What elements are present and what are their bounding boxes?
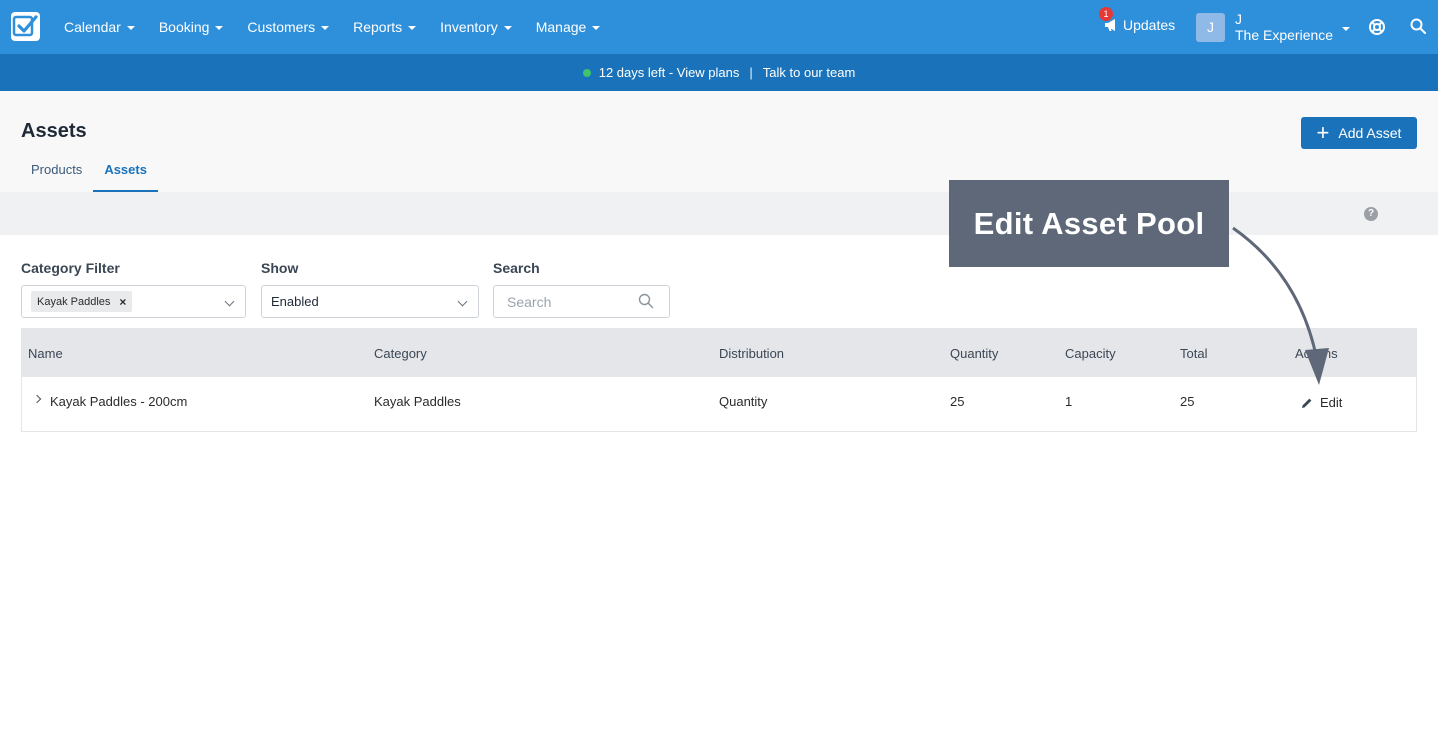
caret-down-icon bbox=[503, 26, 512, 30]
caret-down-icon bbox=[126, 26, 135, 30]
edit-button[interactable]: Edit bbox=[1301, 395, 1342, 410]
user-menu-caret-icon[interactable] bbox=[1342, 27, 1350, 31]
category-filter-label: Category Filter bbox=[21, 260, 120, 276]
col-total[interactable]: Total bbox=[1180, 346, 1207, 361]
avatar[interactable]: J bbox=[1196, 13, 1225, 42]
updates-button[interactable]: 1 Updates bbox=[1099, 7, 1175, 33]
talk-to-team-link[interactable]: Talk to our team bbox=[763, 65, 856, 80]
nav-manage[interactable]: Manage bbox=[524, 19, 613, 35]
annotation-arrow bbox=[1232, 226, 1329, 385]
help-question-icon[interactable]: ? bbox=[1364, 207, 1378, 221]
chip-remove-icon[interactable]: × bbox=[119, 295, 126, 309]
pencil-icon bbox=[1302, 398, 1312, 408]
show-value: Enabled bbox=[271, 294, 319, 309]
banner-separator: | bbox=[749, 65, 753, 80]
caret-down-icon bbox=[215, 26, 224, 30]
trial-banner: 12 days left - View plans | Talk to our … bbox=[0, 54, 1438, 91]
cell-distribution: Quantity bbox=[719, 394, 768, 409]
col-distribution[interactable]: Distribution bbox=[719, 346, 784, 361]
user-company: The Experience bbox=[1235, 27, 1334, 43]
cell-name: Kayak Paddles - 200cm bbox=[50, 394, 188, 409]
table-header: Name Category Distribution Quantity Capa… bbox=[22, 329, 1416, 377]
annotation-callout: Edit Asset Pool bbox=[949, 180, 1229, 267]
nav-booking[interactable]: Booking bbox=[147, 19, 236, 35]
search-icon[interactable] bbox=[1410, 18, 1426, 34]
search-label: Search bbox=[493, 260, 540, 276]
nav-reports[interactable]: Reports bbox=[341, 19, 428, 35]
nav-customers[interactable]: Customers bbox=[235, 19, 341, 35]
chevron-down-icon bbox=[457, 296, 468, 307]
view-plans-link[interactable]: 12 days left - View plans bbox=[599, 65, 740, 80]
show-label: Show bbox=[261, 260, 299, 276]
assets-table: Name Category Distribution Quantity Capa… bbox=[21, 328, 1417, 432]
page-title: Assets bbox=[21, 120, 87, 142]
status-dot-icon bbox=[582, 68, 591, 77]
col-quantity[interactable]: Quantity bbox=[950, 346, 998, 361]
category-filter-select[interactable]: Kayak Paddles × bbox=[21, 285, 246, 318]
cell-quantity: 25 bbox=[950, 394, 965, 409]
cell-capacity: 1 bbox=[1065, 394, 1073, 409]
user-name: J bbox=[1235, 11, 1242, 27]
col-name[interactable]: Name bbox=[28, 346, 63, 361]
col-category[interactable]: Category bbox=[374, 346, 427, 361]
checkbox-logo[interactable] bbox=[11, 12, 40, 41]
cell-total: 25 bbox=[1180, 394, 1195, 409]
table-row: Kayak Paddles - 200cm Kayak Paddles Quan… bbox=[22, 377, 1416, 431]
category-chip: Kayak Paddles × bbox=[31, 291, 133, 312]
tab-products[interactable]: Products bbox=[20, 153, 93, 192]
chevron-down-icon bbox=[224, 296, 235, 307]
updates-badge: 1 bbox=[1099, 7, 1113, 21]
tab-assets[interactable]: Assets bbox=[93, 153, 158, 192]
caret-down-icon bbox=[408, 26, 417, 30]
tabs: Products Assets bbox=[20, 153, 158, 192]
cell-category: Kayak Paddles bbox=[374, 394, 461, 409]
caret-down-icon bbox=[321, 26, 330, 30]
plus-icon: + bbox=[1316, 120, 1330, 145]
lifebuoy-icon[interactable] bbox=[1368, 18, 1386, 36]
nav-inventory[interactable]: Inventory bbox=[428, 19, 524, 35]
search-icon bbox=[638, 293, 654, 309]
top-nav: Calendar Booking Customers Reports Inven… bbox=[0, 0, 1438, 54]
show-select[interactable]: Enabled bbox=[261, 285, 479, 318]
nav-calendar[interactable]: Calendar bbox=[52, 19, 147, 35]
user-menu[interactable]: J The Experience bbox=[1235, 11, 1333, 43]
col-capacity[interactable]: Capacity bbox=[1065, 346, 1116, 361]
main-menu: Calendar Booking Customers Reports Inven… bbox=[52, 0, 612, 54]
caret-down-icon bbox=[592, 26, 601, 30]
page-header: Assets + Add Asset Products Assets bbox=[0, 91, 1438, 192]
chevron-right-icon[interactable] bbox=[32, 394, 42, 404]
add-asset-button[interactable]: + Add Asset bbox=[1301, 117, 1417, 149]
